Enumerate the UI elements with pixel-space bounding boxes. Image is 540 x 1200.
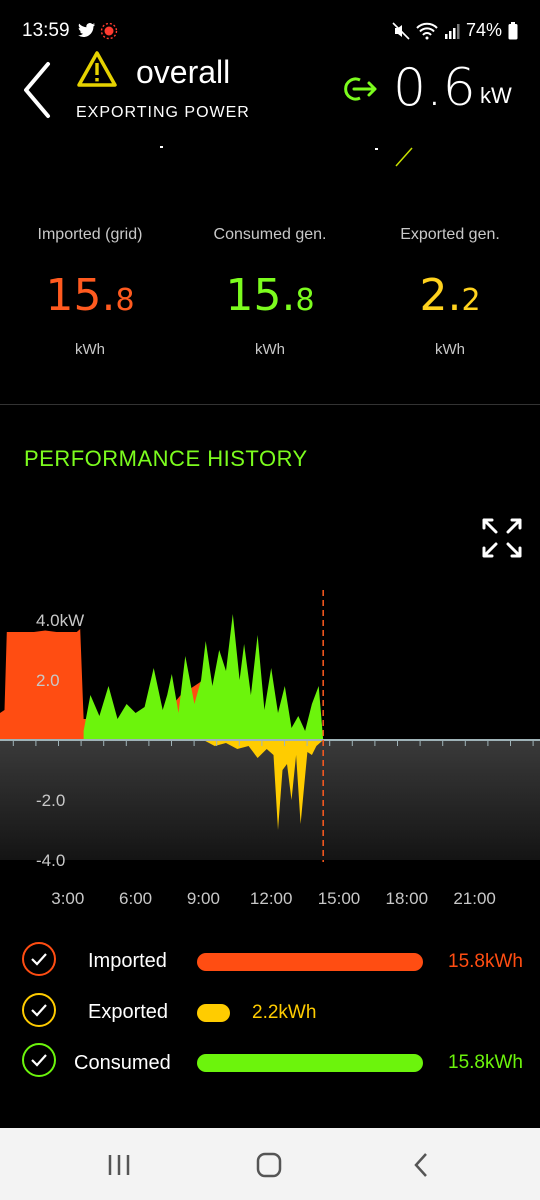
status-subtitle: EXPORTING POWER [76, 104, 250, 121]
home-button[interactable] [254, 1150, 284, 1180]
x-tick-label: 3:00 [51, 889, 84, 908]
expand-icon [482, 518, 522, 558]
battery-percent: 74% [465, 20, 502, 40]
section-title: PERFORMANCE HISTORY [24, 446, 308, 471]
x-tick-label: 15:00 [318, 889, 361, 908]
summary-label: Exported gen. [400, 226, 500, 243]
battery-icon [508, 21, 518, 40]
chevron-left-icon [24, 62, 50, 118]
legend-value: 2.2kWh [252, 1002, 317, 1023]
summary-label: Consumed gen. [213, 226, 327, 243]
back-nav-button[interactable] [408, 1150, 434, 1180]
summary-value-int: 2. [419, 270, 462, 321]
wifi-icon [416, 22, 438, 40]
recent-apps-button[interactable] [104, 1152, 134, 1178]
check-icon [31, 1054, 47, 1067]
summary-value: 15.8 [0, 270, 180, 321]
summary-value: 15.8 [180, 270, 360, 321]
signal-icon [444, 23, 460, 39]
expand-button[interactable] [480, 516, 524, 560]
summary-unit: kWh [255, 341, 285, 358]
warning-icon [76, 50, 118, 88]
y-tick-label: -2.0 [36, 791, 65, 810]
legend-imported[interactable]: Imported 15.8kWh [0, 942, 540, 982]
summary-value-int: 15. [225, 270, 296, 321]
x-tick-label: 6:00 [119, 889, 152, 908]
summary-exported: Exported gen. 2.2 kWh [360, 226, 540, 358]
legend-label: Exported [88, 1001, 169, 1023]
legend-label: Consumed [74, 1052, 171, 1074]
y-tick-label: -4.0 [36, 851, 65, 870]
summary-value-int: 15. [45, 270, 116, 321]
recording-icon [100, 22, 118, 40]
power-value: 0.6 [393, 58, 476, 118]
legend-label: Imported [88, 950, 167, 972]
mute-icon [392, 21, 410, 40]
legend-consumed[interactable]: Consumed 15.8kWh [0, 1043, 540, 1083]
x-tick-label: 12:00 [250, 889, 293, 908]
legend-bar [197, 1004, 230, 1022]
performance-chart[interactable]: 4.0kW 2.0 -2.0 -4.0 3:00 6:00 9:00 12:00 15:00 18… [0, 580, 540, 920]
x-tick-label: 18:00 [386, 889, 429, 908]
status-right: 74% [392, 20, 518, 41]
summary-label: Imported (grid) [37, 226, 143, 243]
back-icon [414, 1153, 427, 1177]
export-power-icon [344, 76, 380, 102]
legend-bar [197, 953, 423, 971]
summary-unit: kWh [75, 341, 105, 358]
twitter-icon [78, 22, 96, 38]
legend-bar [197, 1054, 423, 1072]
back-button[interactable] [18, 60, 58, 120]
exported-toggle-checkbox[interactable] [22, 993, 56, 1027]
summary-value-dec: 8 [295, 283, 315, 318]
imported-toggle-checkbox[interactable] [22, 942, 56, 976]
summary-value-dec: 2 [461, 283, 481, 318]
system-nav-bar [0, 1128, 540, 1200]
status-time: 13:59 [22, 20, 70, 41]
page-title: overall [136, 54, 231, 90]
summary-value: 2.2 [360, 270, 540, 321]
summary-unit: kWh [435, 341, 465, 358]
summary-value-dec: 8 [115, 283, 135, 318]
y-tick-label: 4.0kW [36, 611, 84, 630]
divider [0, 404, 540, 405]
consumed-toggle-checkbox[interactable] [22, 1043, 56, 1077]
home-icon [256, 1152, 282, 1178]
x-tick-label: 21:00 [453, 889, 496, 908]
recents-icon [108, 1155, 130, 1175]
gauge-trace [150, 140, 420, 170]
check-icon [31, 1004, 47, 1017]
legend-value: 15.8kWh [448, 1052, 523, 1073]
negative-region [0, 740, 540, 860]
y-tick-label: 2.0 [36, 671, 60, 690]
legend-exported[interactable]: Exported 2.2kWh [0, 993, 540, 1033]
power-unit: kW [480, 83, 512, 108]
summary-consumed: Consumed gen. 15.8 kWh [180, 226, 360, 358]
legend-value: 15.8kWh [448, 951, 523, 972]
x-tick-label: 9:00 [187, 889, 220, 908]
check-icon [31, 953, 47, 966]
summary-imported: Imported (grid) 15.8 kWh [0, 226, 180, 358]
series-area-consumed [83, 614, 324, 740]
